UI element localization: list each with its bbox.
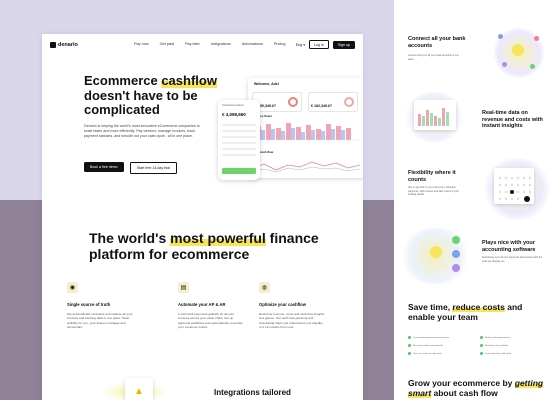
phone-amount: € 4,098,660 — [222, 112, 246, 117]
chevron-down-icon: ▾ — [303, 42, 305, 47]
feature-title: Automate your AP & AR — [178, 302, 226, 307]
start-trial-button[interactable]: Start free 14-day trial — [130, 162, 177, 174]
dashboard-mockup: Welcome, Adel € 250,349.67 € 182,349.67 … — [248, 78, 363, 178]
document-icon: ▤ — [178, 282, 189, 293]
feature-text: We automatically centralize and capture … — [67, 312, 133, 329]
denario-node-icon — [430, 246, 442, 258]
grow-title: Grow your ecommerce by getting smart abo… — [408, 378, 544, 398]
phone-list-row — [222, 154, 256, 156]
feature-title: Single source of truth — [67, 302, 111, 307]
brand-name: denario — [58, 42, 78, 48]
bank-node-icon — [534, 36, 539, 41]
nav-link-pricing[interactable]: Pricing — [274, 42, 286, 46]
bank-node-icon — [498, 34, 503, 39]
benefit-item: Real-time cash visibility — [480, 344, 508, 347]
feature-text: 1-click bulk payments globally for all y… — [178, 312, 243, 329]
insights-bar-chart — [418, 108, 449, 126]
brand-logo[interactable]: denario — [50, 42, 78, 48]
phone-list-row — [222, 136, 256, 138]
nav-links: Pay now Get paid Pay later Integrations … — [134, 42, 285, 46]
connect-title: Connect all your bank accounts — [408, 36, 466, 49]
language-label: Eng — [295, 42, 303, 47]
landing-page-right: Connect all your bank accounts Connect a… — [394, 0, 556, 400]
software-node-icon — [452, 264, 460, 272]
hero-title-highlight: cashflow — [161, 73, 217, 88]
platform-title: The world's most powerful finance platfo… — [89, 230, 319, 262]
nav-link-integrations[interactable]: Integrations — [211, 42, 231, 46]
check-icon — [480, 344, 483, 347]
feature-single-source: ◉ Single source of truth We automaticall… — [67, 282, 139, 350]
phone-list-row — [222, 124, 256, 126]
phone-mockup: Outstanding balance € 4,098,660 — [218, 100, 260, 180]
phone-pay-button — [222, 168, 256, 174]
phone-list-row — [222, 130, 256, 132]
realtime-title: Real-time data on revenue and costs with… — [482, 110, 543, 129]
signup-button[interactable]: Sign up — [332, 40, 355, 49]
integrations-title: Integrations tailored — [214, 388, 291, 397]
flexibility-title: Flexibility where it counts — [408, 170, 456, 183]
phone-list-row — [222, 142, 256, 144]
connect-text: Connect and sync all your bank accounts … — [408, 54, 459, 61]
benefit-item: Reconcile orders automatically — [408, 344, 443, 347]
check-icon — [480, 336, 483, 339]
landing-page-main: denario Pay now Get paid Pay later Integ… — [42, 34, 363, 400]
book-demo-button[interactable]: Book a free demo — [84, 162, 124, 172]
insights-card-graphic — [414, 100, 456, 130]
benefit-item: Cut manual payment processing time — [408, 336, 449, 339]
language-select[interactable]: Eng ▾ — [296, 43, 305, 47]
feature-title: Optimize your cashflow — [259, 302, 307, 307]
check-icon — [408, 336, 411, 339]
hero-subtitle: Denario is helping the world's most inno… — [84, 124, 200, 138]
cash-icon: ◍ — [259, 282, 270, 293]
target-icon: ◉ — [67, 282, 78, 293]
bank-node-icon — [530, 64, 535, 69]
software-node-icon — [452, 236, 460, 244]
nav-actions: Eng ▾ Log in Sign up — [296, 40, 355, 49]
net-cash-flow-line-chart — [252, 161, 360, 173]
check-icon — [408, 352, 411, 355]
accounting-text: Seamlessly sync all your payments and in… — [482, 256, 543, 263]
check-icon — [408, 344, 411, 347]
save-time-highlight: reduce costs — [452, 302, 505, 312]
phone-header: Outstanding balance — [222, 104, 244, 107]
phone-list-row — [222, 148, 256, 150]
nav-link-get-paid[interactable]: Get paid — [160, 42, 174, 46]
check-icon — [480, 352, 483, 355]
nav-link-automations[interactable]: Automations — [242, 42, 263, 46]
receivables-card: € 182,349.67 — [308, 92, 358, 112]
login-button[interactable]: Log in — [309, 40, 329, 49]
platform-title-highlight: most powerful — [170, 230, 266, 246]
nav-link-pay-now[interactable]: Pay now — [134, 42, 149, 46]
dashboard-greeting: Welcome, Adel — [254, 82, 279, 86]
integration-logo-icon: ▲ — [125, 378, 153, 400]
accounting-title: Plays nice with your accounting software — [482, 240, 536, 253]
top-nav: denario Pay now Get paid Pay later Integ… — [42, 34, 363, 56]
benefit-item: Reduce late payment fees — [480, 336, 510, 339]
feature-automate-ap-ar: ▤ Automate your AP & AR 1-click bulk pay… — [178, 282, 250, 350]
benefit-item: Give your team the right tools — [408, 352, 442, 355]
money-flows-bar-chart — [252, 123, 360, 141]
feature-optimize-cashflow: ◍ Optimize your cashflow Real-time reven… — [259, 282, 331, 350]
benefit-item: Scale operations efficiently — [480, 352, 511, 355]
feature-text: Real-time revenue, costs and cash flow i… — [259, 312, 325, 329]
denario-node-icon — [512, 44, 524, 56]
nav-link-pay-later[interactable]: Pay later — [185, 42, 200, 46]
flexibility-text: Pay or get paid on your own terms. Sched… — [408, 186, 459, 196]
hero-title: Ecommerce cashflow doesn't have to be co… — [84, 73, 217, 117]
receivables-card-value: € 182,349.67 — [311, 104, 332, 108]
save-time-title: Save time, reduce costs and enable your … — [408, 302, 523, 322]
bank-node-icon — [502, 62, 507, 67]
ring-chart-icon — [344, 97, 354, 107]
calendar-selected-icon — [524, 196, 530, 202]
software-node-icon — [452, 250, 460, 258]
ring-chart-icon — [288, 97, 298, 107]
logo-mark-icon — [50, 42, 56, 48]
